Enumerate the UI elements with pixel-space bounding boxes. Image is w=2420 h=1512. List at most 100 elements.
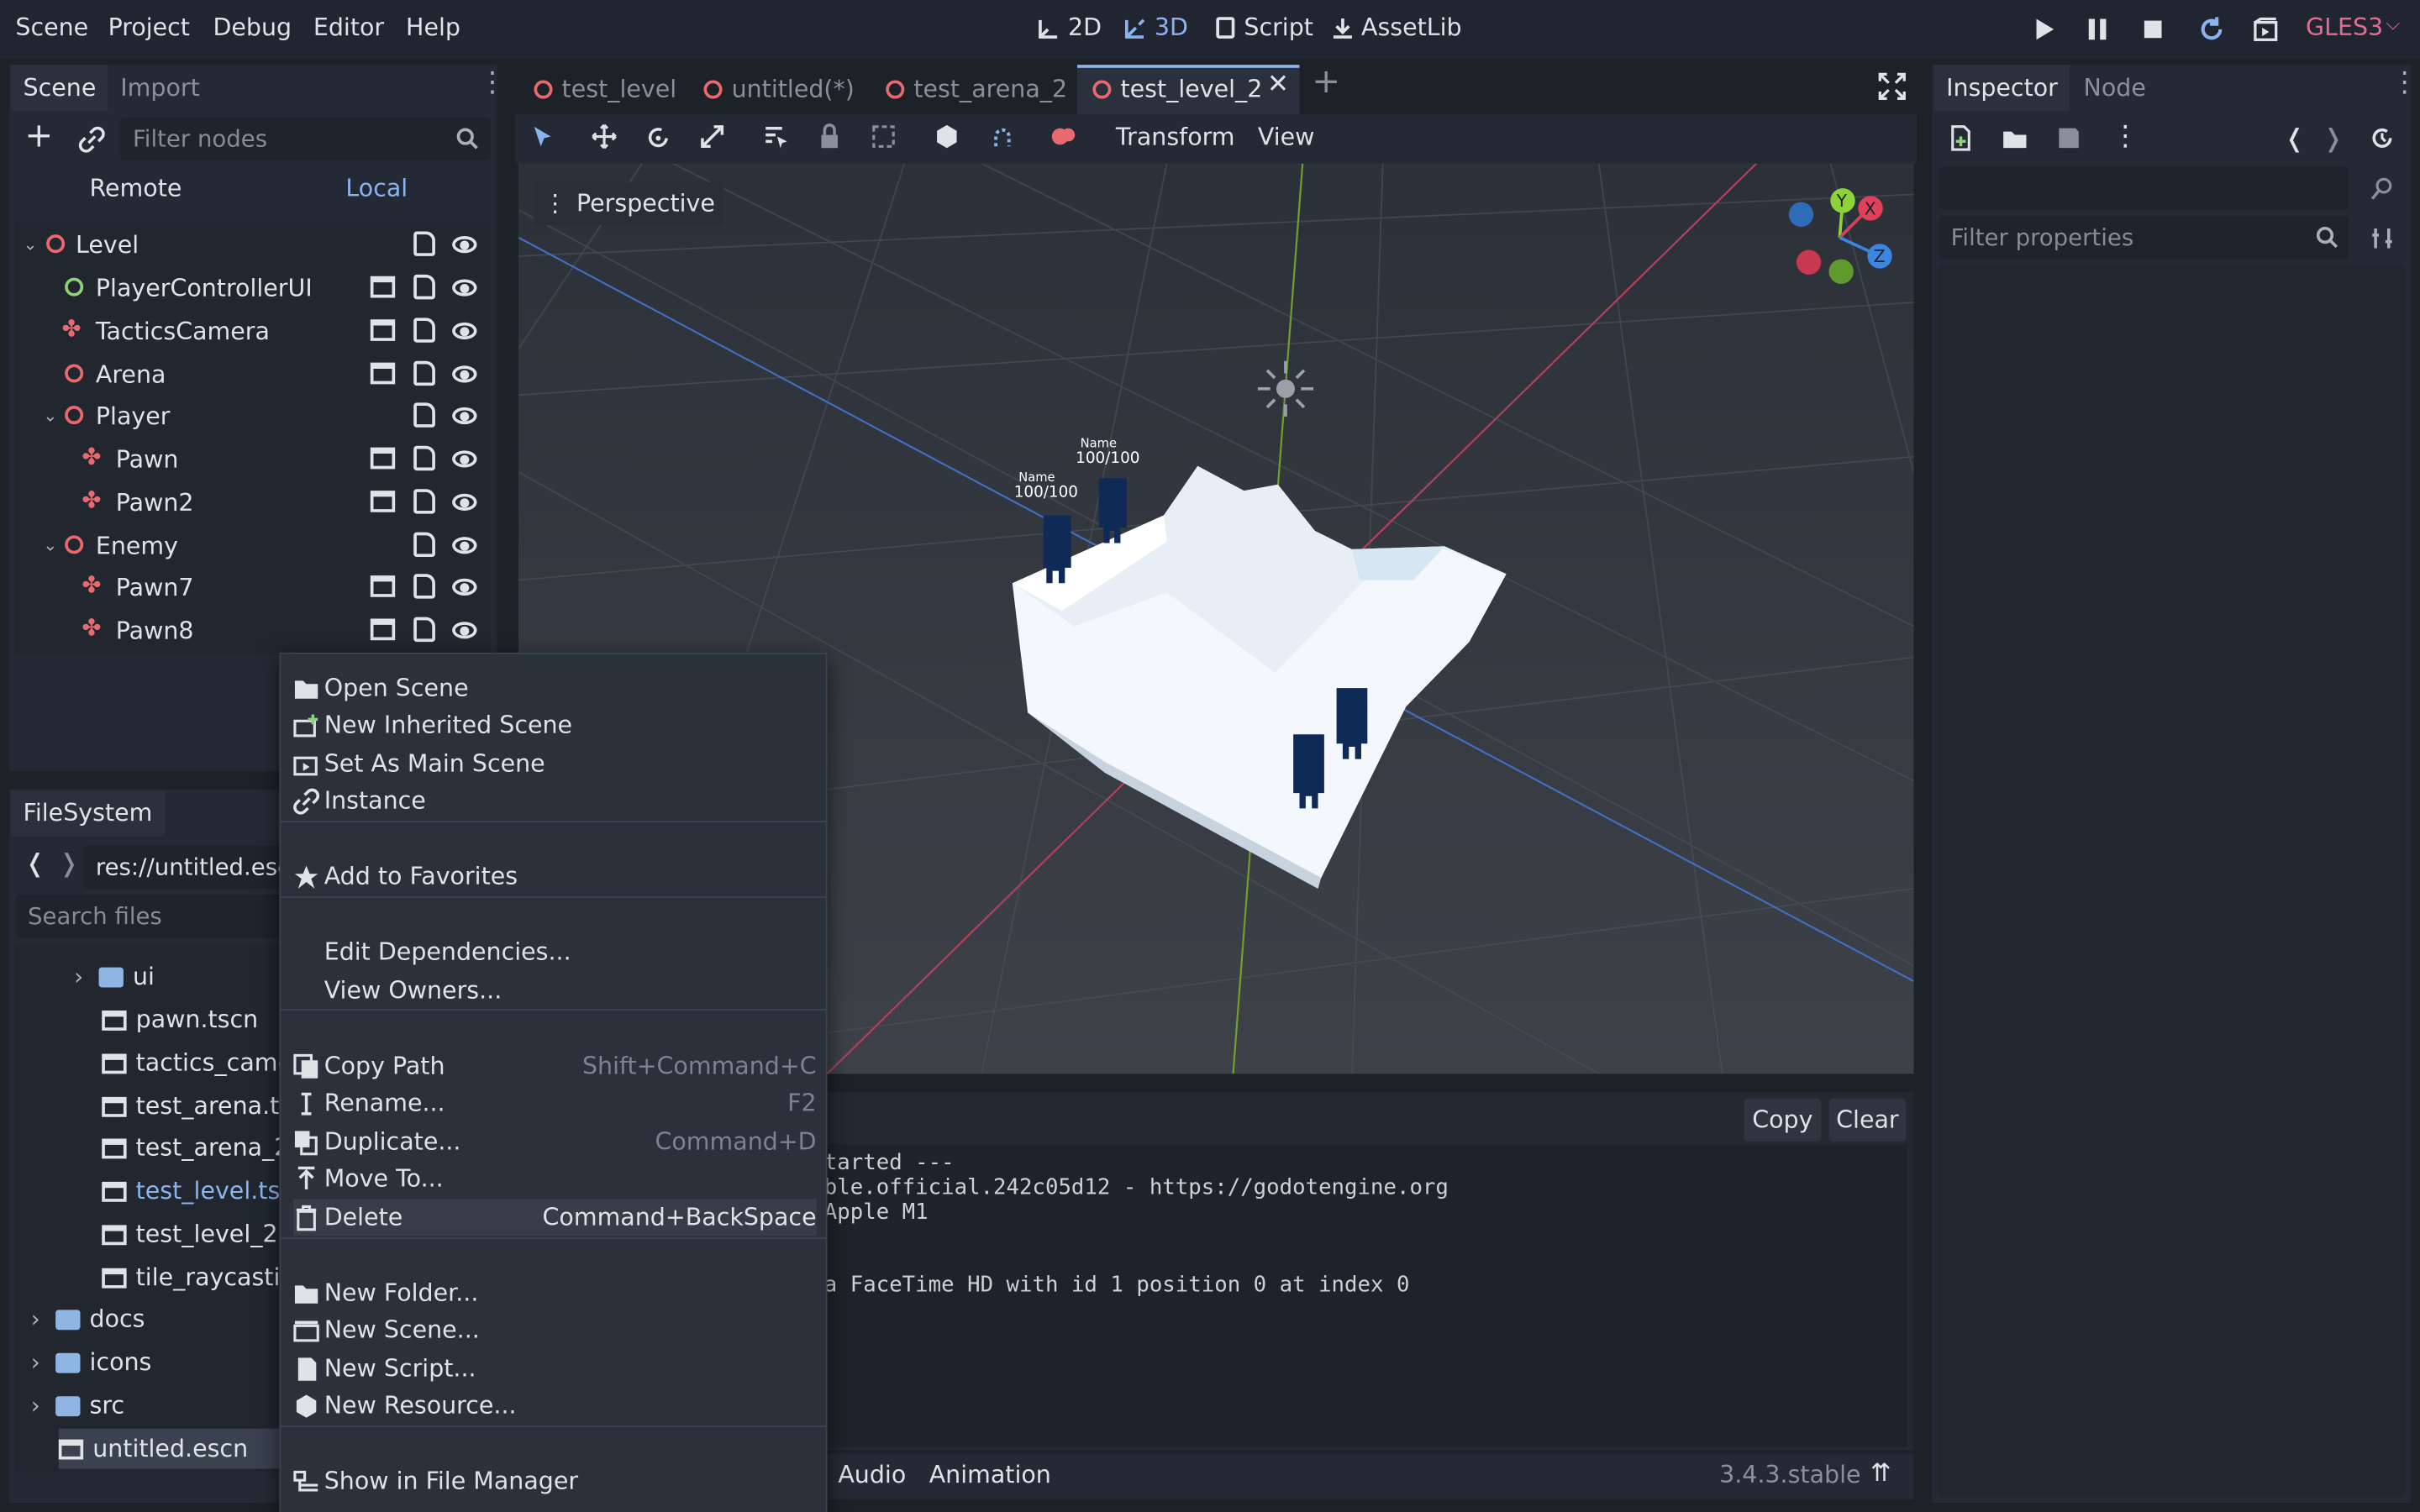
lock-icon[interactable] [817, 123, 843, 150]
open-in-editor-icon[interactable] [370, 319, 396, 341]
visibility-eye-icon[interactable] [452, 322, 477, 340]
menu-item-new-scene[interactable]: New Scene... [293, 1311, 817, 1348]
tab-scene[interactable]: Scene [10, 65, 109, 112]
scene-tab-test-arena-2[interactable]: test_arena_2 [886, 66, 1067, 113]
chevron-right-icon[interactable]: › [31, 1348, 50, 1376]
tab-filesystem[interactable]: FileSystem [10, 790, 166, 837]
open-folder-icon[interactable] [2002, 125, 2028, 151]
menu-debug[interactable]: Debug [213, 14, 292, 42]
expand-panel-icon[interactable]: ⇈ [1870, 1458, 1891, 1488]
chevron-down-icon[interactable]: ⌄ [24, 234, 38, 255]
script-icon[interactable] [413, 318, 435, 343]
renderer-selector[interactable]: GLES3 [2306, 14, 2383, 42]
tab-audio[interactable]: Audio [838, 1461, 906, 1488]
menu-editor[interactable]: Editor [313, 14, 384, 42]
menu-item-view-owners[interactable]: View Owners... [293, 972, 817, 1009]
chevron-down-icon[interactable]: ⌄ [43, 535, 57, 555]
group-icon[interactable] [871, 123, 897, 150]
menu-item-move-to[interactable]: Move To... [293, 1160, 817, 1197]
settings-icon[interactable] [2369, 225, 2395, 251]
view-menu[interactable]: View [1258, 123, 1315, 151]
visibility-eye-icon[interactable] [452, 622, 477, 639]
menu-help[interactable]: Help [406, 14, 460, 42]
list-select-icon[interactable] [762, 123, 788, 150]
menu-item-new-script[interactable]: New Script... [293, 1350, 817, 1387]
visibility-eye-icon[interactable] [452, 578, 477, 596]
visibility-eye-icon[interactable] [452, 279, 477, 297]
script-icon[interactable] [413, 532, 435, 558]
dock-menu-icon[interactable]: ⋮ [2391, 69, 2418, 97]
menu-item-instance[interactable]: Instance [293, 782, 817, 819]
workspace-2d-button[interactable]: 2D [1037, 14, 1102, 42]
menu-item-new-inherited-scene[interactable]: New Inherited Scene [293, 706, 817, 743]
scene-tab-test-level[interactable]: test_level [534, 66, 676, 113]
open-in-editor-icon[interactable] [370, 618, 396, 641]
tab-animation[interactable]: Animation [929, 1461, 1051, 1488]
script-icon[interactable] [413, 402, 435, 428]
save-icon[interactable] [2055, 125, 2081, 151]
script-icon[interactable] [413, 274, 435, 300]
menu-scene[interactable]: Scene [15, 14, 88, 42]
snap-icon[interactable] [989, 123, 1015, 150]
open-in-editor-icon[interactable] [370, 276, 396, 298]
close-icon[interactable]: ✕ [1267, 70, 1289, 101]
chevron-right-icon[interactable]: › [31, 1305, 50, 1333]
menu-item-edit-dependencies[interactable]: Edit Dependencies... [293, 933, 817, 970]
open-in-editor-icon[interactable] [370, 491, 396, 512]
add-node-icon[interactable]: + [24, 119, 53, 154]
scene-tab-test-level-2[interactable]: test_level_2 [1092, 66, 1262, 113]
tab-import[interactable]: Import [108, 65, 213, 111]
chevron-left-icon[interactable]: ❬ [24, 848, 45, 878]
script-icon[interactable] [413, 231, 435, 256]
filter-nodes-input[interactable]: Filter nodes [120, 117, 492, 161]
workspace-script-button[interactable]: Script [1213, 14, 1313, 42]
chevron-down-icon[interactable]: ⌄ [43, 406, 57, 426]
preview-camera-icon[interactable] [1050, 123, 1077, 150]
menu-project[interactable]: Project [108, 14, 190, 42]
kebab-icon[interactable]: ⋮ [2112, 120, 2139, 153]
open-in-editor-icon[interactable] [370, 447, 396, 470]
output-log[interactable]: tarted --- ble.official.242c05d12 - http… [814, 1144, 1908, 1447]
menu-item-add-to-favorites[interactable]: Add to Favorites [293, 858, 817, 895]
script-icon[interactable] [413, 574, 435, 599]
chevron-down-icon[interactable]: ⌵ [2386, 13, 2401, 36]
visibility-eye-icon[interactable] [452, 407, 477, 425]
menu-item-copy-path[interactable]: Copy Path Shift+Command+C [293, 1047, 817, 1084]
orientation-gizmo[interactable]: Y X Z [1781, 182, 1892, 291]
visibility-eye-icon[interactable] [452, 236, 477, 254]
menu-item-open-scene[interactable]: Open Scene [293, 669, 817, 706]
rotate-tool-icon[interactable] [645, 123, 671, 150]
select-tool-icon[interactable] [529, 123, 555, 150]
visibility-eye-icon[interactable] [452, 365, 477, 383]
fullscreen-icon[interactable] [1878, 72, 1906, 100]
open-in-editor-icon[interactable] [370, 362, 396, 385]
menu-item-new-resource[interactable]: New Resource... [293, 1387, 817, 1424]
link-icon[interactable] [78, 126, 105, 153]
transform-menu[interactable]: Transform [1116, 123, 1235, 151]
open-in-editor-icon[interactable] [370, 575, 396, 597]
copy-output-button[interactable]: Copy [1744, 1098, 1822, 1142]
remote-tree-button[interactable]: Remote [90, 175, 182, 202]
object-docs-icon[interactable] [2369, 176, 2395, 202]
perspective-menu[interactable]: ⋮ Perspective [534, 181, 724, 226]
menu-item-set-as-main-scene[interactable]: Set As Main Scene [293, 745, 817, 782]
script-icon[interactable] [413, 445, 435, 471]
tab-node[interactable]: Node [2071, 65, 2159, 111]
menu-item-show-in-file-manager[interactable]: Show in File Manager [293, 1462, 817, 1499]
play-icon[interactable] [2029, 15, 2057, 43]
script-icon[interactable] [413, 617, 435, 643]
workspace-assetlib-button[interactable]: AssetLib [1330, 14, 1462, 42]
script-icon[interactable] [413, 360, 435, 386]
chevron-right-icon[interactable]: ❭ [59, 848, 80, 878]
local-space-icon[interactable] [934, 123, 960, 150]
file-item[interactable]: untitled.escn [58, 1428, 291, 1469]
menu-item-new-folder[interactable]: New Folder... [293, 1274, 817, 1311]
chevron-right-icon[interactable]: › [74, 963, 92, 990]
workspace-3d-button[interactable]: 3D [1123, 14, 1188, 42]
play-scene-icon[interactable] [2252, 15, 2280, 43]
local-tree-button[interactable]: Local [345, 175, 408, 202]
chevron-right-icon[interactable]: ❭ [2323, 123, 2344, 153]
chevron-left-icon[interactable]: ❬ [2284, 123, 2305, 153]
move-tool-icon[interactable] [591, 123, 617, 150]
filter-properties-input[interactable]: Filter properties [1938, 216, 2349, 260]
